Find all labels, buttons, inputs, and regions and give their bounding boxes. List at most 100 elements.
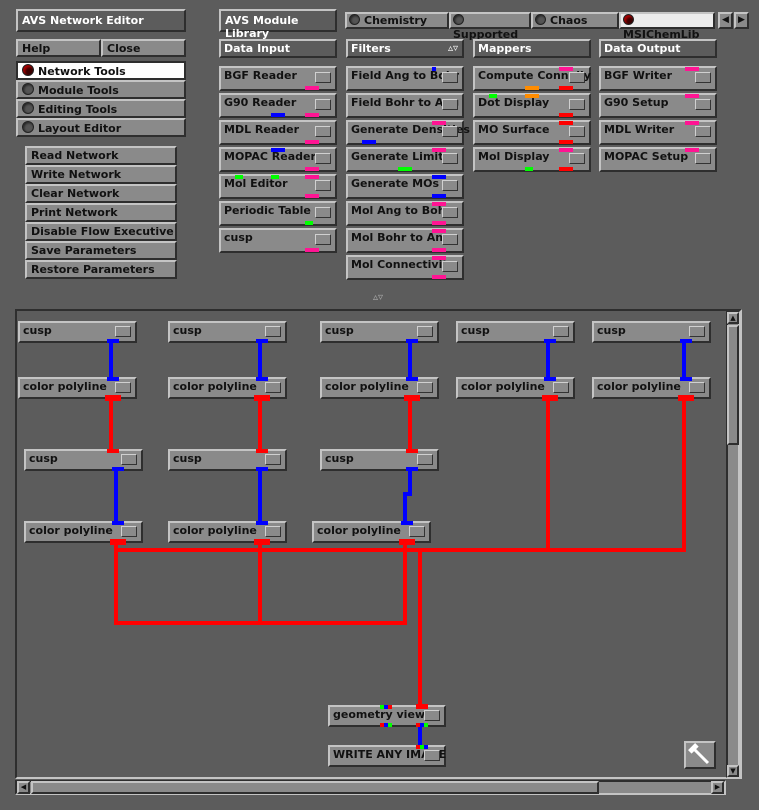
wire-red[interactable] [114,621,407,625]
net-module-cusp[interactable]: cusp [456,321,575,343]
tab-supported[interactable]: Supported [449,12,531,41]
module-knob-icon[interactable] [569,126,585,137]
wire-blue[interactable] [408,468,412,494]
net-module-cusp[interactable]: cusp [168,321,287,343]
input-port[interactable] [544,377,556,381]
input-port[interactable] [107,449,119,453]
net-module-cusp[interactable]: cusp [592,321,711,343]
scroll-down-button[interactable]: ▼ [727,765,739,777]
output-port[interactable] [432,248,446,252]
tab-layout-editor[interactable]: Layout Editor [16,118,186,137]
module-knob-icon[interactable] [689,382,705,393]
output-port[interactable] [432,221,446,225]
pane-splitter-icon[interactable]: ▵▿ [368,292,388,304]
output-port[interactable] [406,467,418,471]
net-module-cusp[interactable]: cusp [18,321,137,343]
tab-module-tools[interactable]: Module Tools [16,80,186,99]
wire-blue[interactable] [403,492,407,524]
module-mopac-reader[interactable]: MOPAC Reader [219,147,337,172]
module-bgf-writer[interactable]: BGF Writer [599,66,717,91]
input-port[interactable] [401,521,413,525]
input-port[interactable] [256,449,268,453]
module-knob-icon[interactable] [442,207,458,218]
module-knob-icon[interactable] [315,72,331,83]
input-port[interactable] [559,148,573,152]
input-port[interactable] [112,521,124,525]
module-knob-icon[interactable] [265,382,281,393]
wire-blue[interactable] [258,468,262,524]
scroll-up-button[interactable]: ▲ [727,312,739,324]
module-mdl-reader[interactable]: MDL Reader [219,120,337,145]
input-port[interactable] [256,377,268,381]
module-knob-icon[interactable] [695,153,711,164]
module-knob-icon[interactable] [417,382,433,393]
module-knob-icon[interactable] [315,99,331,110]
input-port[interactable] [432,67,436,71]
wire-red[interactable] [408,397,412,452]
input-port[interactable] [525,94,539,98]
input-port[interactable] [416,704,428,709]
module-generate-densities[interactable]: Generate Densities [346,120,470,145]
input-port[interactable] [256,521,268,525]
module-knob-icon[interactable] [315,153,331,164]
module-mo-surface[interactable]: MO Surface [473,120,591,145]
module-knob-icon[interactable] [265,326,281,337]
module-knob-icon[interactable] [442,180,458,191]
module-knob-icon[interactable] [695,126,711,137]
output-port[interactable] [271,113,285,117]
disable-flow-executive-button[interactable]: Disable Flow Executive [25,222,177,241]
input-port[interactable] [406,449,418,453]
wire-red[interactable] [546,397,550,552]
output-port[interactable] [305,113,319,117]
output-port[interactable] [388,723,392,727]
wire-red[interactable] [258,540,262,624]
output-port[interactable] [525,86,539,90]
hammer-tool-button[interactable] [684,741,716,769]
wire-red[interactable] [109,397,113,452]
output-port[interactable] [362,140,376,144]
module-knob-icon[interactable] [417,326,433,337]
tab-chemistry[interactable]: Chemistry [345,12,449,29]
wire-red[interactable] [114,540,118,624]
wire-red[interactable] [403,540,407,624]
module-knob-icon[interactable] [569,99,585,110]
input-port[interactable] [432,121,446,125]
output-port[interactable] [256,339,268,343]
scroll-left-button[interactable]: ◀ [17,781,30,794]
module-mol-connectivity[interactable]: Mol Connectivity [346,255,464,280]
net-module-color-polyline[interactable]: color polyline [320,377,439,401]
net-module-write-any-image[interactable]: WRITE ANY IMAGE [328,745,446,767]
module-knob-icon[interactable] [424,750,440,761]
output-port[interactable] [680,339,692,343]
restore-parameters-button[interactable]: Restore Parameters [25,260,177,279]
module-knob-icon[interactable] [569,72,585,83]
output-port[interactable] [305,167,319,171]
output-port[interactable] [305,221,313,225]
output-port[interactable] [305,194,319,198]
input-port[interactable] [235,175,243,179]
output-port[interactable] [404,395,420,401]
module-knob-icon[interactable] [315,180,331,191]
output-port[interactable] [559,140,573,144]
module-knob-icon[interactable] [265,526,281,537]
module-generate-limits[interactable]: Generate Limits [346,147,464,172]
output-port[interactable] [432,194,446,198]
module-knob-icon[interactable] [695,72,711,83]
tab-msichemlib[interactable]: MSIChemLib [619,12,715,41]
module-dot-display[interactable]: Dot Display [473,93,591,118]
module-periodic-table[interactable]: Periodic Table [219,201,337,226]
module-knob-icon[interactable] [442,261,458,272]
net-module-color-polyline[interactable]: color polyline [24,521,143,545]
module-mol-display[interactable]: Mol Display [473,147,591,172]
wire-red[interactable] [114,548,686,552]
input-port[interactable] [685,67,699,71]
module-knob-icon[interactable] [553,326,569,337]
module-knob-icon[interactable] [315,207,331,218]
tab-chaos[interactable]: Chaos [531,12,619,29]
output-port[interactable] [559,113,573,117]
wire-red[interactable] [258,397,262,452]
input-port[interactable] [424,745,428,749]
input-port[interactable] [432,256,446,260]
net-module-color-polyline[interactable]: color polyline [592,377,711,401]
net-module-color-polyline[interactable]: color polyline [312,521,431,545]
